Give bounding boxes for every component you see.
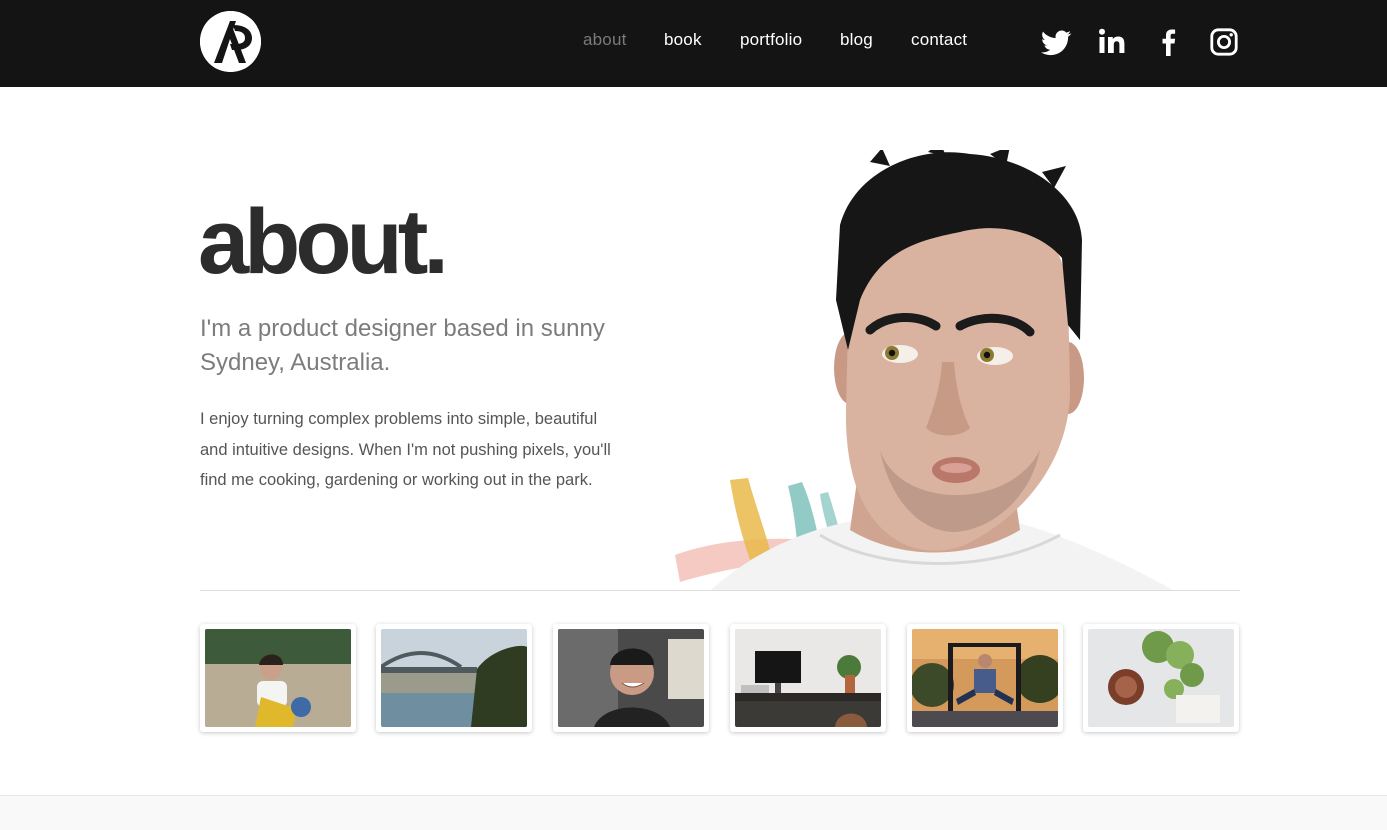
linkedin-icon — [1099, 28, 1125, 53]
instagram-link[interactable] — [1210, 27, 1240, 57]
ap-monogram-logo-icon — [200, 11, 261, 72]
gallery-thumb-6[interactable] — [1083, 624, 1239, 732]
footer-strip — [0, 795, 1387, 830]
section-divider — [200, 590, 1240, 591]
instagram-icon — [1210, 28, 1238, 56]
smiling-selfie-photo — [558, 629, 704, 727]
photo-gallery — [200, 624, 1240, 732]
twitter-link[interactable] — [1040, 27, 1072, 57]
portrait-photo — [670, 150, 1210, 591]
nav-book[interactable]: book — [664, 30, 702, 50]
nav-contact[interactable]: contact — [911, 30, 967, 50]
site-header: about book portfolio blog contact — [0, 0, 1387, 87]
sydney-harbour-bridge-photo — [381, 629, 527, 727]
gallery-thumb-2[interactable] — [376, 624, 532, 732]
gallery-thumb-5[interactable] — [907, 624, 1063, 732]
page-title: about. — [198, 191, 449, 293]
child-on-toy-photo — [205, 629, 351, 727]
park-workout-photo — [912, 629, 1058, 727]
logo-home-link[interactable] — [200, 11, 261, 72]
linkedin-link[interactable] — [1098, 27, 1128, 57]
facebook-icon — [1162, 29, 1176, 56]
facebook-link[interactable] — [1154, 27, 1184, 57]
nav-portfolio[interactable]: portfolio — [740, 30, 802, 50]
hero-body: I enjoy turning complex problems into si… — [200, 410, 611, 489]
twitter-icon — [1041, 30, 1072, 56]
gallery-thumb-3[interactable] — [553, 624, 709, 732]
nav-about[interactable]: about — [583, 30, 627, 50]
portrait-illustration — [675, 150, 1175, 591]
gallery-thumb-1[interactable] — [200, 624, 356, 732]
nav-blog[interactable]: blog — [840, 30, 873, 50]
gallery-thumb-4[interactable] — [730, 624, 886, 732]
plant-and-clock-photo — [1088, 629, 1234, 727]
hero-lead: I'm a product designer based in sunny Sy… — [200, 315, 605, 376]
desk-workspace-photo — [735, 629, 881, 727]
